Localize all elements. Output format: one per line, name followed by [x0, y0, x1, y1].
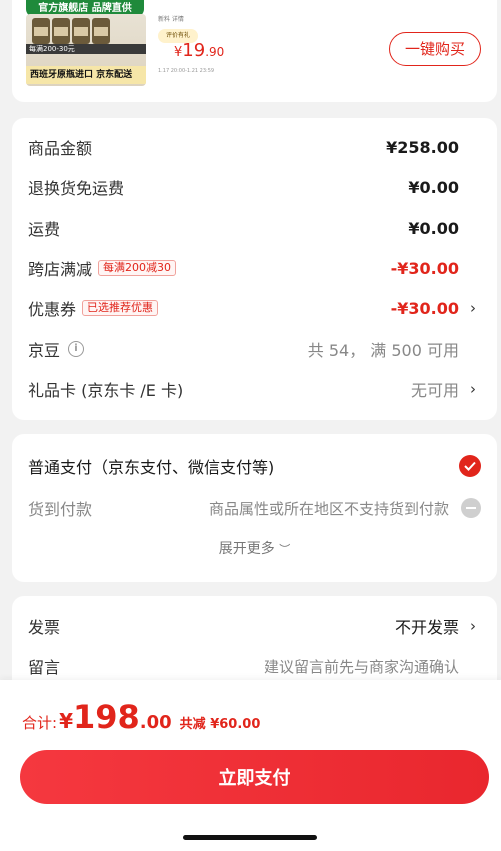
payment-option-normal[interactable]: 普通支付（京东支付、微信支付等): [28, 454, 481, 478]
summary-row-coupon[interactable]: 优惠券 已选推荐优惠 -¥30.00 ›: [28, 296, 481, 320]
product-card: 官方旗舰店 品牌直供 每满200-30元 西班牙原瓶进口 京东配送 新料 详情 …: [12, 0, 497, 102]
home-indicator[interactable]: [183, 835, 317, 840]
row-label: 运费: [28, 220, 61, 239]
chevron-right-icon[interactable]: ›: [465, 299, 481, 317]
coupon-selected-chip: 已选推荐优惠: [82, 300, 159, 316]
thumb-promo-text: 每满200-30元: [26, 44, 146, 54]
price-decimal: .90: [205, 45, 225, 59]
row-value: ¥0.00: [408, 177, 459, 197]
pay-now-button[interactable]: 立即支付: [20, 750, 489, 804]
row-value: -¥30.00: [390, 298, 459, 318]
invoice-value: 不开发票: [394, 618, 459, 637]
expand-more-link[interactable]: 展开更多 ︶: [12, 538, 497, 558]
total-integer: 198: [72, 698, 140, 736]
expand-more-label: 展开更多: [218, 541, 275, 557]
order-summary-card: 商品金额 ¥258.00 退换货免运费 ¥0.00 运费 ¥0.00 跨店满减每…: [12, 118, 497, 420]
chevron-right-icon[interactable]: ›: [465, 380, 481, 398]
row-value: 无可用: [410, 381, 459, 400]
jar-image: [92, 18, 110, 44]
product-thumbnail[interactable]: 每满200-30元 西班牙原瓶进口 京东配送: [26, 14, 146, 86]
row-label: 礼品卡 (京东卡 /E 卡): [28, 381, 184, 400]
checkout-bar: 合计: ¥ 198 .00 共减 ¥60.00 立即支付: [0, 680, 501, 851]
order-total: 合计: ¥ 198 .00 共减 ¥60.00: [22, 698, 260, 736]
summary-row-return-shipping: 退换货免运费 ¥0.00: [28, 175, 481, 199]
row-value: ¥258.00: [386, 137, 459, 157]
note-label: 留言: [28, 658, 61, 677]
payment-option-label: 货到付款: [28, 500, 93, 519]
summary-row-gift-card[interactable]: 礼品卡 (京东卡 /E 卡) 无可用 ›: [28, 377, 481, 401]
summary-row-jingdou: 京豆 i 共 54， 满 500 可用: [28, 337, 481, 361]
checkmark-icon[interactable]: [459, 455, 481, 477]
row-label: 商品金额: [28, 139, 93, 158]
chevron-right-icon[interactable]: ›: [465, 617, 481, 635]
total-currency: ¥: [59, 709, 73, 733]
payment-method-card: 普通支付（京东支付、微信支付等) 货到付款 商品属性或所在地区不支持货到付款 展…: [12, 434, 497, 582]
info-icon[interactable]: i: [68, 341, 85, 357]
row-label: 优惠券: [28, 300, 77, 319]
note-row[interactable]: 留言 建议留言前先与商家沟通确认: [28, 654, 481, 678]
summary-row-cross-store-discount: 跨店满减 每满200减30 -¥30.00: [28, 256, 481, 280]
jar-image: [72, 18, 90, 44]
row-value: ¥0.00: [408, 218, 459, 238]
thumb-origin-text: 西班牙原瓶进口 京东配送: [26, 66, 146, 84]
one-click-buy-button[interactable]: 一键购买: [389, 32, 481, 66]
jar-image: [52, 18, 70, 44]
jar-image: [32, 18, 50, 44]
note-input[interactable]: 建议留言前先与商家沟通确认: [264, 656, 459, 677]
cod-unavailable-note: 商品属性或所在地区不支持货到付款: [208, 499, 449, 518]
row-value: 共 54， 满 500 可用: [307, 341, 459, 360]
total-label: 合计:: [22, 714, 58, 732]
row-label: 京豆: [28, 341, 61, 360]
chevron-down-icon: ︶: [279, 543, 291, 556]
row-label: 跨店满减: [28, 260, 93, 279]
invoice-row[interactable]: 发票 不开发票 ›: [28, 614, 481, 638]
price-integer: 19: [182, 40, 206, 61]
discount-rule-chip: 每满200减30: [98, 260, 177, 276]
promo-date: 1.17 20:00-1.21 23:59: [158, 68, 215, 74]
row-label: 退换货免运费: [28, 179, 125, 198]
summary-row-goods-amount: 商品金额 ¥258.00: [28, 135, 481, 159]
payment-option-label: 普通支付（京东支付、微信支付等): [28, 458, 275, 477]
row-value: -¥30.00: [390, 258, 459, 278]
total-discount: 共减 ¥60.00: [179, 717, 261, 732]
payment-option-cod: 货到付款 商品属性或所在地区不支持货到付款: [28, 496, 481, 520]
invoice-label: 发票: [28, 618, 61, 637]
total-decimal: .00: [139, 712, 172, 733]
side-line: 新料 详情: [158, 16, 184, 23]
disabled-minus-icon: [461, 498, 481, 518]
summary-row-shipping: 运费 ¥0.00: [28, 216, 481, 240]
product-price: ¥19.90: [174, 40, 224, 61]
